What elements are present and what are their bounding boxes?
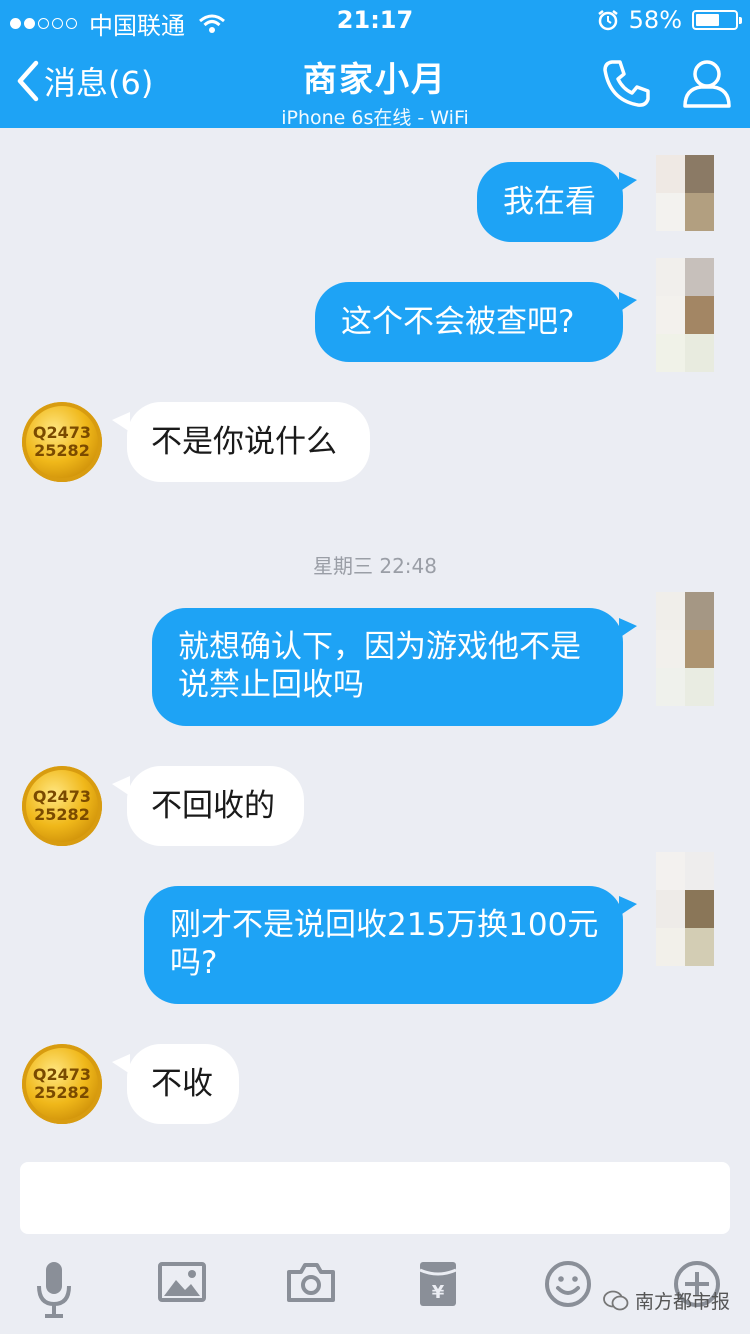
message-bubble-outgoing[interactable]: 刚才不是说回收215万换100元吗? (144, 886, 623, 1004)
message-bubble-incoming[interactable]: 不是你说什么 (127, 402, 370, 482)
contact-avatar[interactable]: Q2473 25282 (22, 1044, 102, 1124)
bubble-tail (619, 618, 637, 638)
message-bubble-incoming[interactable]: 不回收的 (127, 766, 304, 846)
message-text: 这个不会被查吧? (341, 304, 575, 340)
alarm-icon (597, 10, 618, 31)
bubble-tail (619, 896, 637, 916)
phone-icon[interactable] (600, 58, 652, 110)
emoji-icon[interactable] (544, 1260, 592, 1308)
message-input[interactable] (20, 1162, 730, 1234)
user-avatar[interactable] (656, 852, 714, 966)
camera-icon[interactable] (287, 1260, 335, 1304)
image-icon[interactable] (158, 1260, 206, 1304)
microphone-icon[interactable] (34, 1260, 74, 1320)
contact-avatar[interactable]: Q2473 25282 (22, 402, 102, 482)
contact-avatar[interactable]: Q2473 25282 (22, 766, 102, 846)
message-text: 不是你说什么 (151, 424, 337, 460)
message-text: 不回收的 (151, 788, 275, 824)
user-avatar[interactable] (656, 155, 714, 231)
message-text: 就想确认下，因为游戏他不是说禁止回收吗 (178, 629, 581, 703)
bubble-tail (619, 172, 637, 192)
message-text: 不收 (151, 1066, 213, 1102)
nav-bar: 消息(6) 商家小月 iPhone 6s在线 - WiFi (0, 40, 750, 129)
wechat-icon (603, 1290, 629, 1310)
message-bubble-outgoing[interactable]: 我在看 (477, 162, 623, 242)
timestamp: 星期三 22:48 (313, 554, 437, 578)
user-avatar[interactable] (656, 592, 714, 706)
message-text: 刚才不是说回收215万换100元吗? (170, 907, 599, 981)
watermark: 南方都市报 (603, 1287, 730, 1314)
message-bubble-outgoing[interactable]: 就想确认下，因为游戏他不是说禁止回收吗 (152, 608, 623, 726)
message-bubble-outgoing[interactable]: 这个不会被查吧? (315, 282, 623, 362)
watermark-text: 南方都市报 (634, 1291, 730, 1313)
message-bubble-incoming[interactable]: 不收 (127, 1044, 239, 1124)
message-text: 我在看 (503, 184, 596, 220)
red-packet-icon[interactable]: ¥ (418, 1260, 458, 1308)
svg-text:¥: ¥ (432, 1282, 445, 1303)
status-bar: 中国联通 21:17 58% (0, 0, 750, 40)
profile-icon[interactable] (682, 58, 732, 110)
battery-icon (692, 10, 742, 30)
user-avatar[interactable] (656, 258, 714, 372)
status-right: 58% (597, 6, 742, 34)
bubble-tail (619, 292, 637, 312)
battery-percent: 58% (628, 6, 682, 34)
